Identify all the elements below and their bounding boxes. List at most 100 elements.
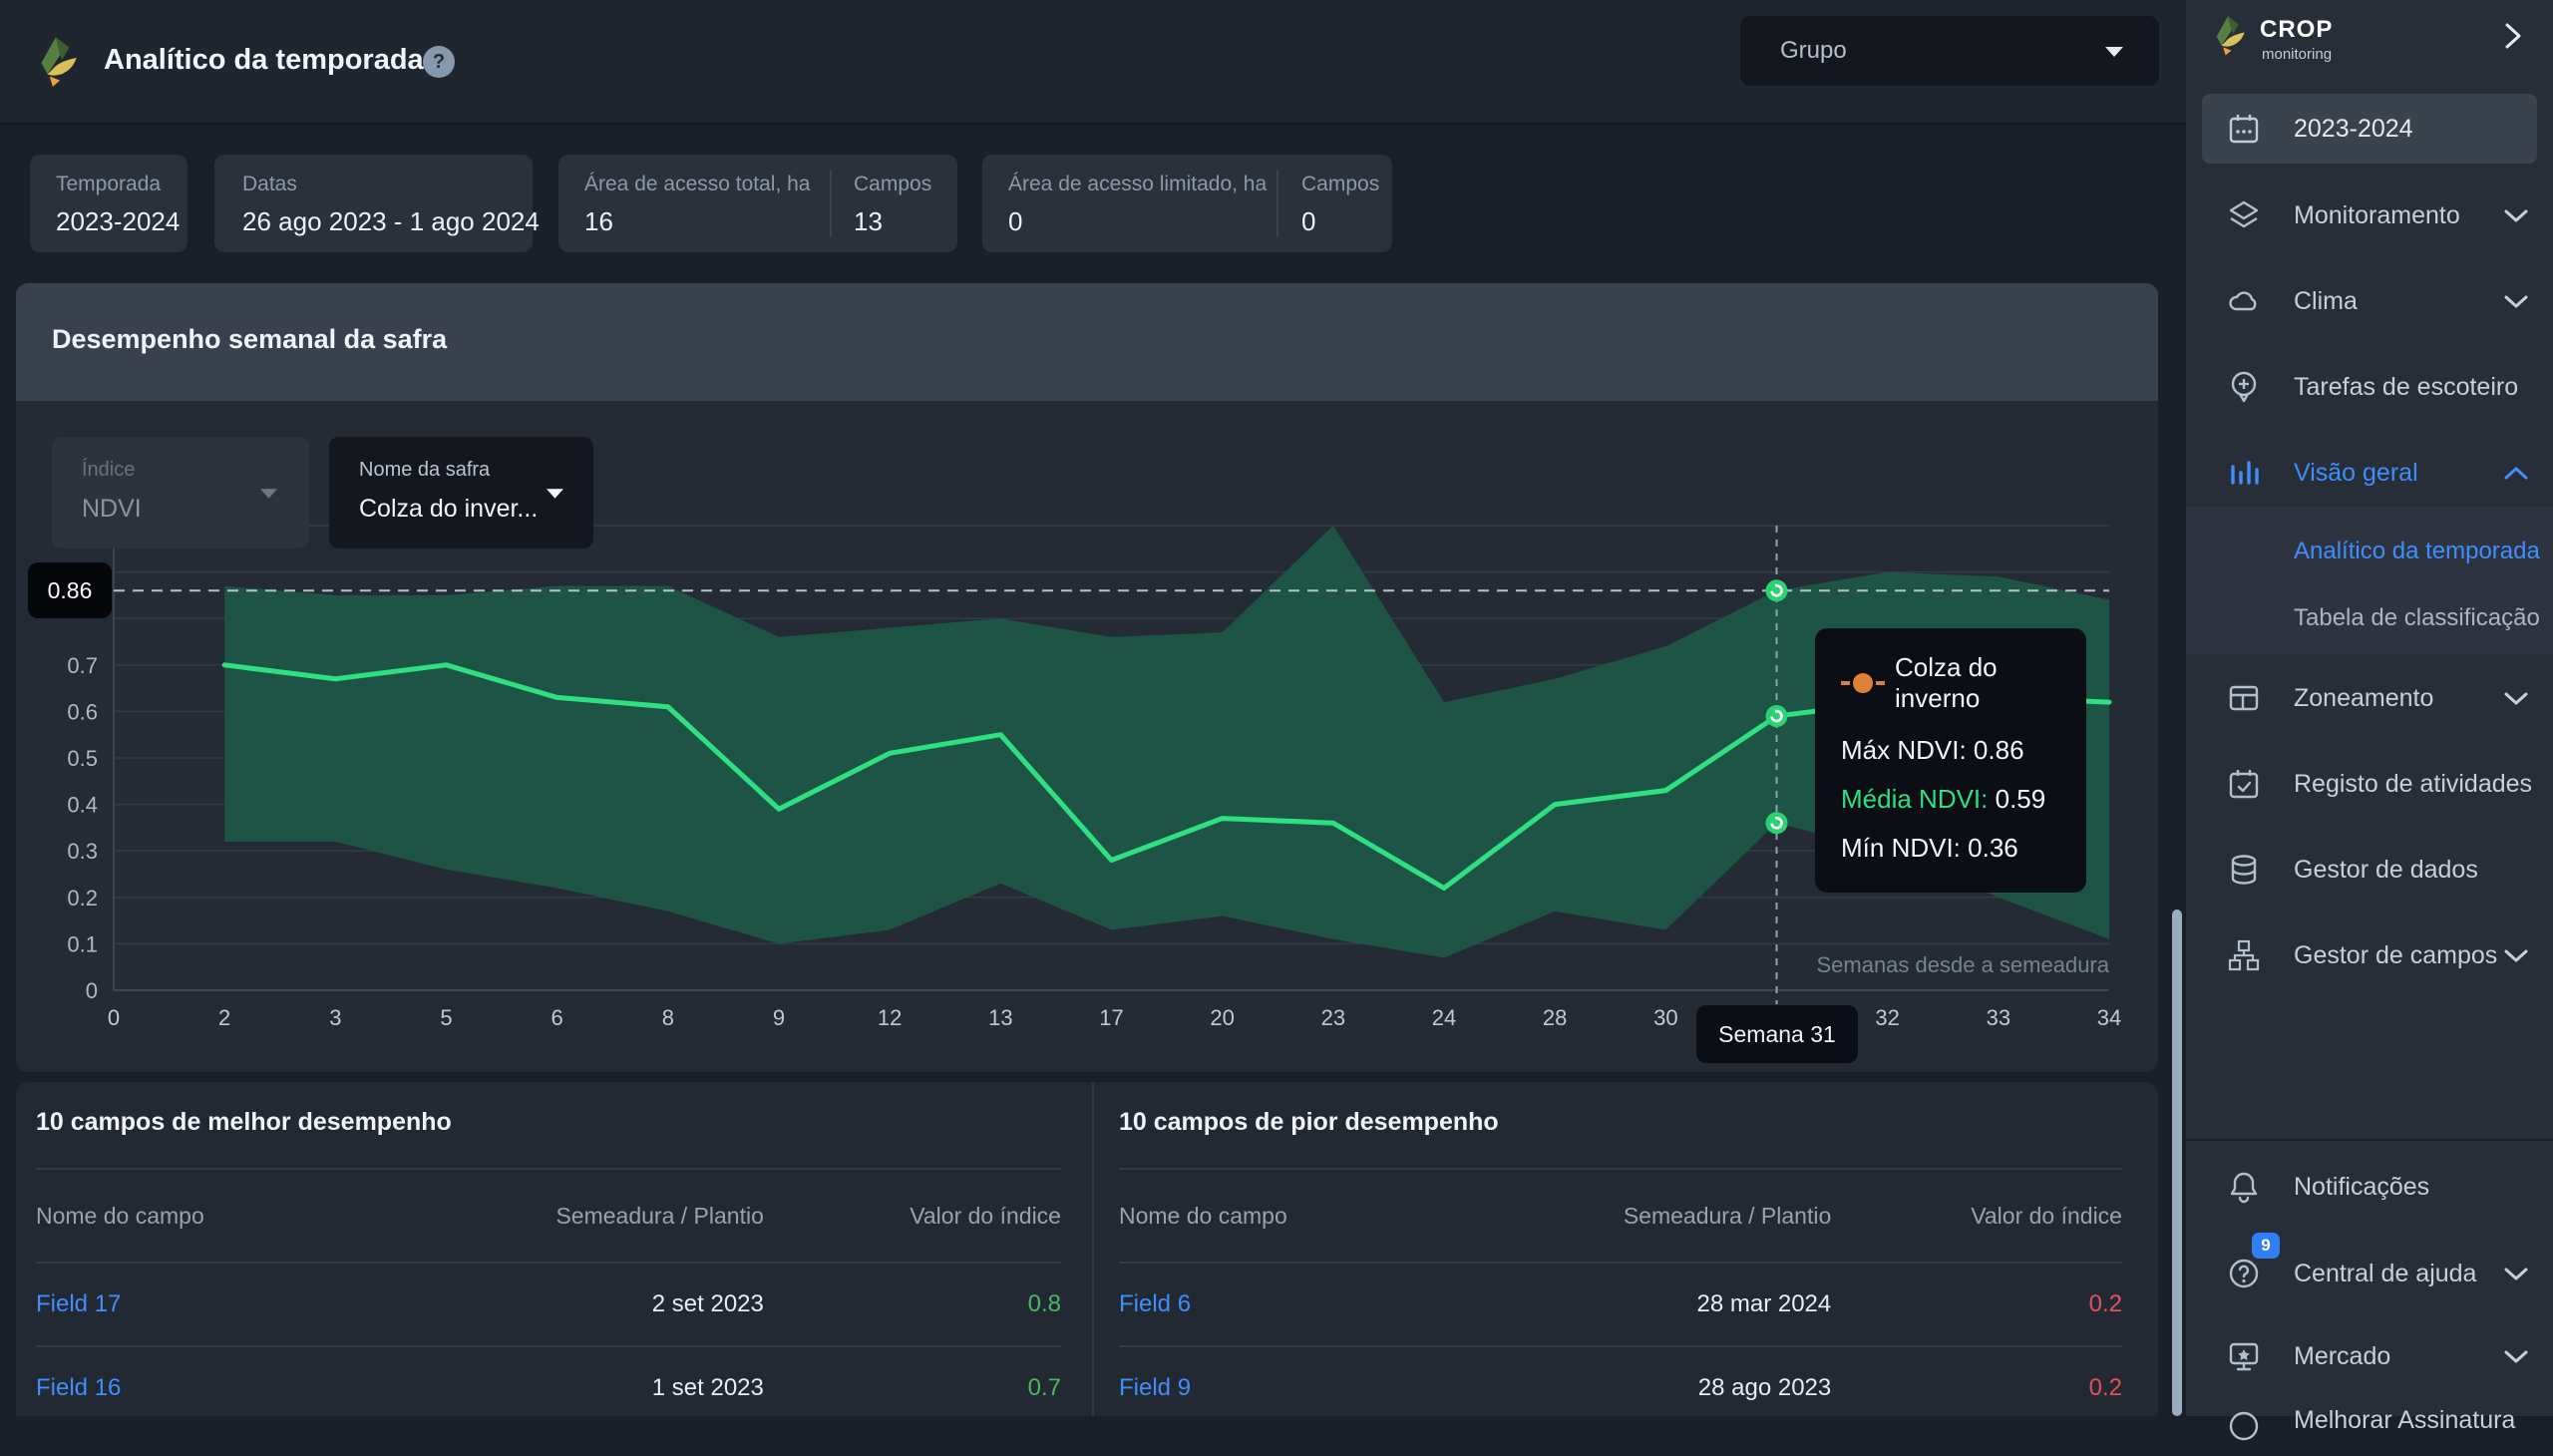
divider [1276,171,1278,236]
sidebar: CROP monitoring 2023-2024 Monitoramento … [2186,0,2553,1441]
svg-text:0.1: 0.1 [67,931,98,956]
vertical-scrollbar[interactable] [2172,910,2182,1416]
sidebar-item-field-manager[interactable]: Gestor de campos [2186,927,2553,983]
chevron-down-icon [547,489,563,499]
index-dropdown-label: Índice [82,459,136,481]
group-dropdown[interactable]: Grupo [1740,16,2159,86]
svg-text:2: 2 [218,1005,230,1030]
top-bar: Analítico da temporada ? Grupo [0,0,2186,125]
weekly-performance-panel: Desempenho semanal da safra 10.70.60.50.… [16,283,2158,1072]
stat-value: 26 ago 2023 - 1 ago 2024 [242,206,540,236]
sidebar-item-season[interactable]: 2023-2024 [2202,94,2537,164]
svg-text:6: 6 [551,1005,563,1030]
table-row: Field 6 28 mar 2024 0.2 [1119,1290,2122,1318]
svg-text:Semanas desde a semeadura: Semanas desde a semeadura [1816,952,2109,977]
sidebar-item-notifications[interactable]: Notificações [2186,1159,2553,1215]
index-dropdown[interactable]: Índice NDVI [52,437,309,548]
sidebar-item-zoning[interactable]: Zoneamento [2186,670,2553,726]
table-title: 10 campos de pior desempenho [1119,1108,1499,1136]
stat-label: Área de acesso total, ha [584,173,811,195]
field-link[interactable]: Field 9 [1119,1374,1470,1402]
svg-text:17: 17 [1099,1005,1123,1030]
calendar-icon [2229,115,2259,144]
sidebar-item-help-center[interactable]: Central de ajuda [2186,1246,2553,1301]
svg-text:0.4: 0.4 [67,793,98,818]
chevron-down-icon [260,489,277,499]
svg-text:0.2: 0.2 [67,886,98,910]
layers-icon [2229,200,2259,228]
group-dropdown-value: Grupo [1780,37,1847,64]
chevron-down-icon [2504,949,2528,962]
sidebar-subitem-leaderboard[interactable]: Tabela de classificação [2186,590,2553,646]
svg-text:0.6: 0.6 [67,699,98,724]
stat-card-limited-area: Área de acesso limitado, ha 0 Campos 0 [982,155,1392,252]
page-title: Analítico da temporada [104,44,424,76]
svg-text:28: 28 [1543,1005,1567,1030]
stat-value: 0 [1301,206,1316,236]
table-header-row: Nome do campo Semeadura / Plantio Valor … [1119,1202,2122,1229]
field-link[interactable]: Field 6 [1119,1290,1470,1318]
stat-card-dates: Datas 26 ago 2023 - 1 ago 2024 [214,155,540,252]
max-value-pill: 0.86 [28,562,112,618]
chevron-down-icon [2504,1268,2528,1280]
sidebar-item-scouting-tasks[interactable]: Tarefas de escoteiro [2186,359,2553,415]
marketplace-monitor-icon [2229,1342,2259,1371]
brand-subtitle: monitoring [2262,46,2333,63]
notification-badge: 9 [2252,1233,2280,1259]
sidebar-item-weather[interactable]: Clima [2186,273,2553,329]
zoning-grid-icon [2229,685,2259,711]
series-marker-icon [1841,673,1885,693]
stat-value: 16 [584,206,613,236]
hierarchy-icon [2228,939,2260,971]
chart-tooltip: Colza do inverno Máx NDVI: 0.86 Média ND… [1815,628,2086,893]
crop-dropdown-label: Nome da safra [359,459,491,481]
svg-text:13: 13 [988,1005,1012,1030]
sidebar-item-label: 2023-2024 [2294,115,2413,143]
divider [1092,1082,1094,1416]
svg-text:0.5: 0.5 [67,746,98,771]
sidebar-item-data-manager[interactable]: Gestor de dados [2186,842,2553,898]
divider [2186,1139,2553,1141]
week-pill: Semana 31 [1696,1005,1858,1063]
tooltip-min-row: Mín NDVI: 0.36 [1841,833,2018,863]
overview-submenu: Analítico da temporada Tabela de classif… [2186,507,2553,654]
stat-label: Campos [854,173,932,195]
upgrade-icon [2229,1411,2259,1441]
svg-text:5: 5 [440,1005,452,1030]
svg-text:8: 8 [662,1005,674,1030]
brand-name: CROP [2260,16,2334,43]
field-link[interactable]: Field 16 [36,1374,395,1402]
svg-text:30: 30 [1653,1005,1677,1030]
sidebar-subitem-season-analytics[interactable]: Analítico da temporada [2186,524,2553,579]
svg-text:23: 23 [1321,1005,1345,1030]
svg-text:0.3: 0.3 [67,839,98,864]
chevron-down-icon [2504,692,2528,705]
sidebar-item-upgrade[interactable]: Melhorar Assinatura [2186,1400,2553,1456]
svg-text:12: 12 [878,1005,902,1030]
table-title: 10 campos de melhor desempenho [36,1108,452,1136]
help-icon[interactable]: ? [423,46,455,78]
index-dropdown-value: NDVI [82,495,142,523]
sidebar-item-marketplace[interactable]: Mercado [2186,1328,2553,1384]
table-row: Field 17 2 set 2023 0.8 [36,1290,1061,1318]
stat-label: Datas [242,173,297,195]
sidebar-item-monitoring[interactable]: Monitoramento [2186,187,2553,243]
stat-label: Temporada [56,173,162,195]
stat-label: Campos [1301,173,1380,195]
svg-text:20: 20 [1210,1005,1234,1030]
svg-text:34: 34 [2097,1005,2121,1030]
stat-value: 0 [1008,206,1023,236]
divider [830,171,832,236]
chevron-down-icon [2504,295,2528,308]
field-link[interactable]: Field 17 [36,1290,395,1318]
collapse-sidebar-icon[interactable] [2501,22,2525,50]
svg-text:32: 32 [1875,1005,1899,1030]
crop-name-dropdown[interactable]: Nome da safra Colza do inver... [329,437,593,548]
svg-text:3: 3 [329,1005,341,1030]
help-circle-icon [2229,1259,2259,1288]
tooltip-crop-name: Colza do inverno [1895,652,1998,713]
sidebar-item-activity-log[interactable]: Registo de atividades [2186,756,2553,812]
sidebar-item-overview[interactable]: Visão geral [2186,445,2553,501]
database-icon [2231,855,2257,885]
tooltip-mean-row: Média NDVI: 0.59 [1841,784,2046,814]
